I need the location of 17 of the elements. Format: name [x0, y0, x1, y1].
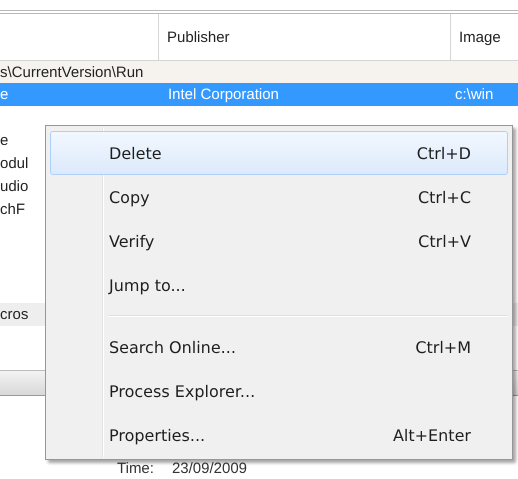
- table-cell: Intel Corporation: [168, 86, 279, 103]
- pane-text: cros: [0, 306, 28, 323]
- group-path: s\CurrentVersion\Run: [0, 64, 144, 80]
- menu-item[interactable]: Process Explorer...: [50, 369, 508, 413]
- menu-item[interactable]: Delete Ctrl+D: [50, 131, 508, 175]
- menu-item[interactable]: Properties... Alt+Enter: [50, 413, 508, 457]
- detail-label: Time:: [117, 460, 154, 477]
- menu-item[interactable]: Copy Ctrl+C: [50, 175, 508, 219]
- detail-value: 23/09/2009: [172, 460, 248, 477]
- table-cell: e: [0, 86, 8, 103]
- table-cell: e: [0, 132, 8, 149]
- menu-item[interactable]: Jump to...: [50, 263, 508, 307]
- table-cell: c:\win: [455, 86, 494, 103]
- column-header[interactable]: Publisher: [167, 28, 230, 46]
- menu-item[interactable]: Search Online... Ctrl+M: [50, 325, 508, 369]
- column-header[interactable]: Image: [459, 28, 501, 46]
- menu-item[interactable]: Verify Ctrl+V: [50, 219, 508, 263]
